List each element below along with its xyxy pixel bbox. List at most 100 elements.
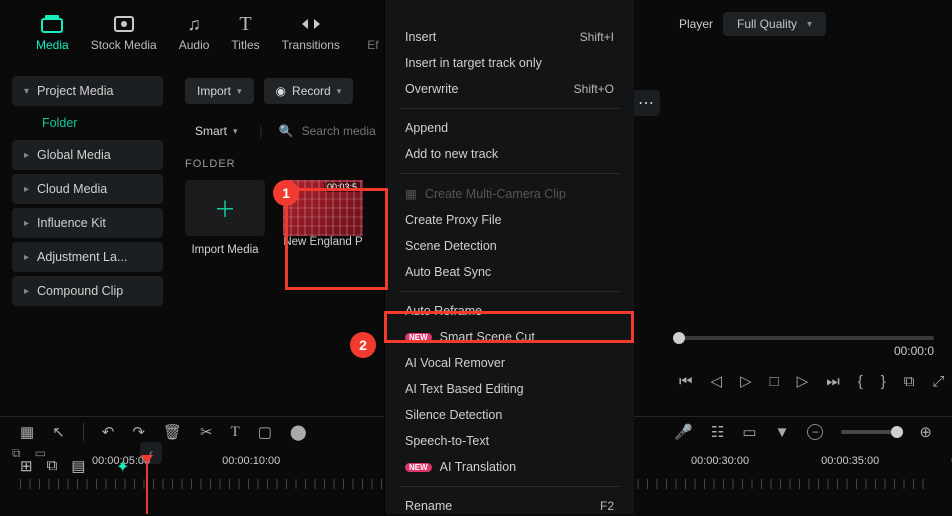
sidebar-item-compound-clip[interactable]: ▸ Compound Clip xyxy=(12,276,163,306)
ctx-label: Create Multi-Camera Clip xyxy=(425,187,566,201)
marker-icon[interactable]: ▼ xyxy=(775,424,790,441)
jump-end-icon[interactable]: ⏭ xyxy=(826,373,840,390)
ctx-text-based-editing[interactable]: AI Text Based Editing xyxy=(385,376,634,402)
new-badge: NEW xyxy=(405,463,432,472)
zoom-in-icon[interactable]: ⊕ xyxy=(919,423,932,441)
zoom-out-icon[interactable]: − xyxy=(807,424,823,440)
ruler-time: 00:00:10:00 xyxy=(222,455,280,467)
playhead-line[interactable] xyxy=(146,462,148,514)
player-controls xyxy=(679,336,934,340)
step-back-icon[interactable]: ◁ xyxy=(711,372,723,390)
ctx-shortcut: F2 xyxy=(600,499,614,513)
snapshot-icon[interactable]: ⧉ xyxy=(904,373,915,390)
plus-icon: ＋ xyxy=(214,192,236,224)
link-icon[interactable]: ⧉ xyxy=(47,457,58,475)
sidebar-subitem-folder[interactable]: Folder xyxy=(32,110,163,136)
sidebar-item-label: Cloud Media xyxy=(37,182,107,196)
ctx-vocal-remover[interactable]: AI Vocal Remover xyxy=(385,350,634,376)
step-forward-icon[interactable]: ▷ xyxy=(797,372,809,390)
record-button[interactable]: ◉ Record ▾ xyxy=(264,78,354,104)
ribbon-label: Stock Media xyxy=(91,38,157,52)
delete-icon[interactable]: 🗑 xyxy=(163,423,182,441)
ribbon-label: Transitions xyxy=(282,38,340,52)
annotation-badge-1: 1 xyxy=(273,180,299,206)
chevron-right-icon: ▸ xyxy=(24,286,29,297)
cut-icon[interactable]: ✂ xyxy=(200,423,213,441)
sidebar-item-global-media[interactable]: ▸ Global Media xyxy=(12,140,163,170)
ctx-insert-target[interactable]: Insert in target track only xyxy=(385,50,634,76)
ribbon-transitions[interactable]: Transitions xyxy=(282,14,340,52)
crop-icon[interactable]: ▢ xyxy=(258,423,272,441)
ruler-time: 00:00:35:00 xyxy=(821,455,879,467)
ctx-insert[interactable]: Insert Shift+I xyxy=(385,24,634,50)
chevron-down-icon: ▾ xyxy=(24,86,29,97)
tl-grid-icon[interactable]: ▦ xyxy=(20,423,34,441)
play-icon[interactable]: ▷ xyxy=(740,372,752,390)
mic-icon[interactable]: 🎤 xyxy=(674,423,693,441)
ctx-ai-translation[interactable]: NEW AI Translation xyxy=(385,454,634,480)
ctx-label: Silence Detection xyxy=(405,408,502,422)
ribbon-titles[interactable]: T Titles xyxy=(231,14,259,52)
ctx-auto-reframe[interactable]: Auto Reframe xyxy=(385,298,634,324)
ctx-label: Overwrite xyxy=(405,82,458,96)
ctx-scene-detection[interactable]: Scene Detection xyxy=(385,233,634,259)
ctx-add-new-track[interactable]: Add to new track xyxy=(385,141,634,167)
new-badge: NEW xyxy=(405,333,432,342)
color-icon[interactable]: ⬤ xyxy=(290,423,307,441)
jump-start-icon[interactable]: ⏮ xyxy=(679,373,693,390)
zoom-slider[interactable] xyxy=(841,430,901,434)
timeline-toolbar-right: 🎤 ☷ ▭ ▼ − ⊕ xyxy=(674,423,932,441)
ribbon-stock-media[interactable]: Stock Media xyxy=(91,14,157,52)
redo-icon[interactable]: ↷ xyxy=(132,423,145,441)
ribbon-effects-cut[interactable]: Ef xyxy=(362,14,384,52)
mixer-icon[interactable]: ☷ xyxy=(711,423,724,441)
sidebar-item-label: Compound Clip xyxy=(37,284,123,298)
button-label: Smart xyxy=(195,124,227,138)
mark-out-icon[interactable]: } xyxy=(881,373,886,390)
undo-icon[interactable]: ↶ xyxy=(102,423,115,441)
ribbon-audio[interactable]: ♫ Audio xyxy=(179,14,210,52)
toolbar-separator xyxy=(83,423,84,441)
ctx-auto-beat[interactable]: Auto Beat Sync xyxy=(385,259,634,285)
ctx-label: AI Vocal Remover xyxy=(405,356,505,370)
sidebar-sub-label: Folder xyxy=(42,116,77,130)
stop-icon[interactable]: □ xyxy=(770,373,779,390)
add-track-icon[interactable]: ⊞ xyxy=(20,457,33,475)
ctx-speech-to-text[interactable]: Speech-to-Text xyxy=(385,428,634,454)
import-media-tile[interactable]: ＋ Import Media xyxy=(185,180,265,256)
player-progress[interactable] xyxy=(679,336,934,340)
ctx-separator xyxy=(399,291,620,292)
track-icon[interactable]: ▤ xyxy=(71,457,85,475)
ctx-silence-detection[interactable]: Silence Detection xyxy=(385,402,634,428)
ctx-proxy[interactable]: Create Proxy File xyxy=(385,207,634,233)
ctx-append[interactable]: Append xyxy=(385,115,634,141)
tl-pointer-icon[interactable]: ↖ xyxy=(52,423,65,441)
sidebar-item-influence-kit[interactable]: ▸ Influence Kit xyxy=(12,208,163,238)
mark-in-icon[interactable]: { xyxy=(858,373,863,390)
multicam-icon: ▦ xyxy=(405,186,417,201)
sidebar-item-project-media[interactable]: ▾ Project Media xyxy=(12,76,163,106)
ctx-smart-scene-cut[interactable]: NEW Smart Scene Cut xyxy=(385,324,634,350)
sidebar-item-adjustment-layer[interactable]: ▸ Adjustment La... xyxy=(12,242,163,272)
ctx-rename[interactable]: Rename F2 xyxy=(385,493,634,514)
ctx-overwrite[interactable]: Overwrite Shift+O xyxy=(385,76,634,102)
transport-controls: ⏮ ◁ ▷ □ ▷ ⏭ { } ⧉ ⤢ xyxy=(679,372,934,390)
ctx-label: Speech-to-Text xyxy=(405,434,489,448)
player-quality-dropdown[interactable]: Full Quality ▾ xyxy=(723,12,826,36)
record-icon: ◉ xyxy=(276,84,286,98)
render-icon[interactable]: ▭ xyxy=(742,423,756,441)
import-button[interactable]: Import ▾ xyxy=(185,78,254,104)
fullscreen-icon[interactable]: ⤢ xyxy=(932,373,944,390)
quality-label: Full Quality xyxy=(737,17,797,31)
overflow-button[interactable]: ⋯ xyxy=(632,90,660,116)
player-time-end: 00:00:0 xyxy=(894,344,934,358)
ctx-multi-camera: ▦ Create Multi-Camera Clip xyxy=(385,180,634,207)
chevron-down-icon: ▾ xyxy=(237,86,242,97)
sidebar-item-cloud-media[interactable]: ▸ Cloud Media xyxy=(12,174,163,204)
smart-button[interactable]: Smart ▾ xyxy=(185,120,248,142)
ribbon-media[interactable]: Media xyxy=(36,14,69,52)
import-plus-box[interactable]: ＋ xyxy=(185,180,265,236)
magnetic-icon[interactable]: ✦ xyxy=(116,457,129,477)
ctx-label: Auto Beat Sync xyxy=(405,265,491,279)
text-icon[interactable]: T xyxy=(231,424,240,441)
